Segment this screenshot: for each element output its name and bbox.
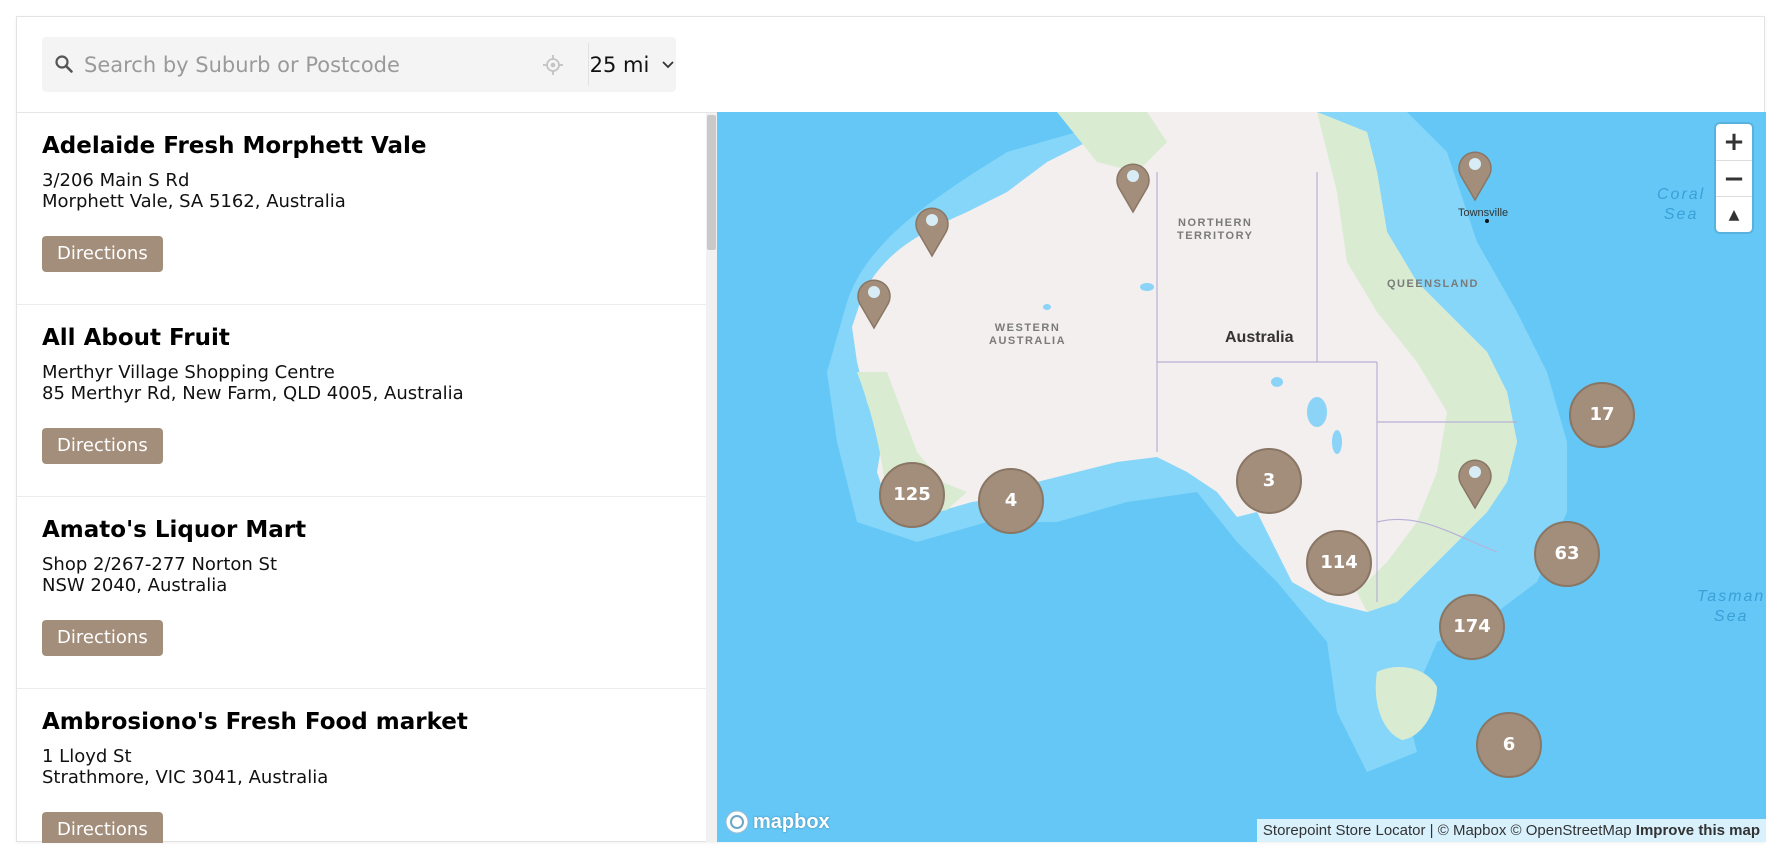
map[interactable]: NORTHERN TERRITORY WESTERN AUSTRALIA QUE… <box>717 112 1766 842</box>
map-cluster[interactable]: 114 <box>1306 530 1372 596</box>
store-address-line1: Shop 2/267-277 Norton St <box>42 554 278 575</box>
label-city: Townsville <box>1458 207 1509 219</box>
directions-button[interactable]: Directions <box>42 620 163 656</box>
map-attribution: Storepoint Store Locator | © Mapbox © Op… <box>1256 819 1766 842</box>
map-pin-icon[interactable] <box>1455 454 1495 510</box>
store-name: All About Fruit <box>42 325 230 351</box>
zoom-out-button[interactable]: − <box>1716 160 1752 197</box>
store-name: Amato's Liquor Mart <box>42 517 307 543</box>
radius-select[interactable]: 25 mi <box>589 37 676 92</box>
map-cluster[interactable]: 125 <box>879 462 945 528</box>
label-western-australia: WESTERN AUSTRALIA <box>989 322 1067 347</box>
map-cluster[interactable]: 17 <box>1569 382 1635 448</box>
mapbox-icon <box>725 810 749 834</box>
locate-icon[interactable] <box>542 54 564 76</box>
store-address-line1: 3/206 Main S Rd <box>42 170 190 191</box>
map-cluster[interactable]: 63 <box>1534 521 1600 587</box>
store-list[interactable]: Adelaide Fresh Morphett Vale 3/206 Main … <box>17 112 717 843</box>
store-card: All About Fruit Merthyr Village Shopping… <box>17 305 706 497</box>
improve-map-link[interactable]: Improve this map <box>1636 822 1760 839</box>
map-cluster[interactable]: 3 <box>1236 448 1302 514</box>
zoom-control: + − ▲ <box>1716 124 1752 232</box>
map-pin-icon[interactable] <box>854 274 894 330</box>
store-address-line2: NSW 2040, Australia <box>42 575 228 596</box>
list-scrollbar-thumb[interactable] <box>707 115 716 250</box>
compass-button[interactable]: ▲ <box>1716 196 1752 233</box>
map-pin-icon[interactable] <box>1113 158 1153 214</box>
search-bar: 25 mi <box>42 37 676 92</box>
label-coral-sea: Coral Sea <box>1657 186 1706 223</box>
store-name: Adelaide Fresh Morphett Vale <box>42 133 427 159</box>
mapbox-logo-text: mapbox <box>753 810 830 833</box>
store-address-line2: Morphett Vale, SA 5162, Australia <box>42 191 346 212</box>
directions-button[interactable]: Directions <box>42 812 163 843</box>
map-cluster[interactable]: 6 <box>1476 712 1542 778</box>
search-input[interactable] <box>84 37 524 92</box>
city-dot <box>1485 219 1489 223</box>
map-cluster[interactable]: 174 <box>1439 594 1505 660</box>
label-country: Australia <box>1225 329 1294 346</box>
store-card: Amato's Liquor Mart Shop 2/267-277 Norto… <box>17 497 706 689</box>
store-address-line1: Merthyr Village Shopping Centre <box>42 362 335 383</box>
directions-button[interactable]: Directions <box>42 428 163 464</box>
map-pin-icon[interactable] <box>912 202 952 258</box>
mapbox-logo[interactable]: mapbox <box>725 810 830 834</box>
store-address-line2: Strathmore, VIC 3041, Australia <box>42 767 329 788</box>
store-locator: 25 mi Adelaide Fresh Morphett Vale 3/206… <box>16 16 1766 843</box>
chevron-down-icon <box>662 60 674 68</box>
store-name: Ambrosiono's Fresh Food market <box>42 709 468 735</box>
map-cluster[interactable]: 4 <box>978 468 1044 534</box>
store-card: Ambrosiono's Fresh Food market 1 Lloyd S… <box>17 689 706 843</box>
label-northern-territory: NORTHERN TERRITORY <box>1177 217 1254 242</box>
store-card: Adelaide Fresh Morphett Vale 3/206 Main … <box>17 113 706 305</box>
zoom-in-button[interactable]: + <box>1716 124 1752 160</box>
map-pin-icon[interactable] <box>1455 146 1495 202</box>
attribution-text[interactable]: Storepoint Store Locator | © Mapbox © Op… <box>1263 822 1632 839</box>
label-tasman-sea: Tasman Sea <box>1697 588 1766 625</box>
directions-button[interactable]: Directions <box>42 236 163 272</box>
radius-value: 25 mi <box>589 52 650 77</box>
store-address-line1: 1 Lloyd St <box>42 746 132 767</box>
search-icon <box>55 55 73 73</box>
store-address-line2: 85 Merthyr Rd, New Farm, QLD 4005, Austr… <box>42 383 464 404</box>
label-queensland: QUEENSLAND <box>1387 278 1480 290</box>
